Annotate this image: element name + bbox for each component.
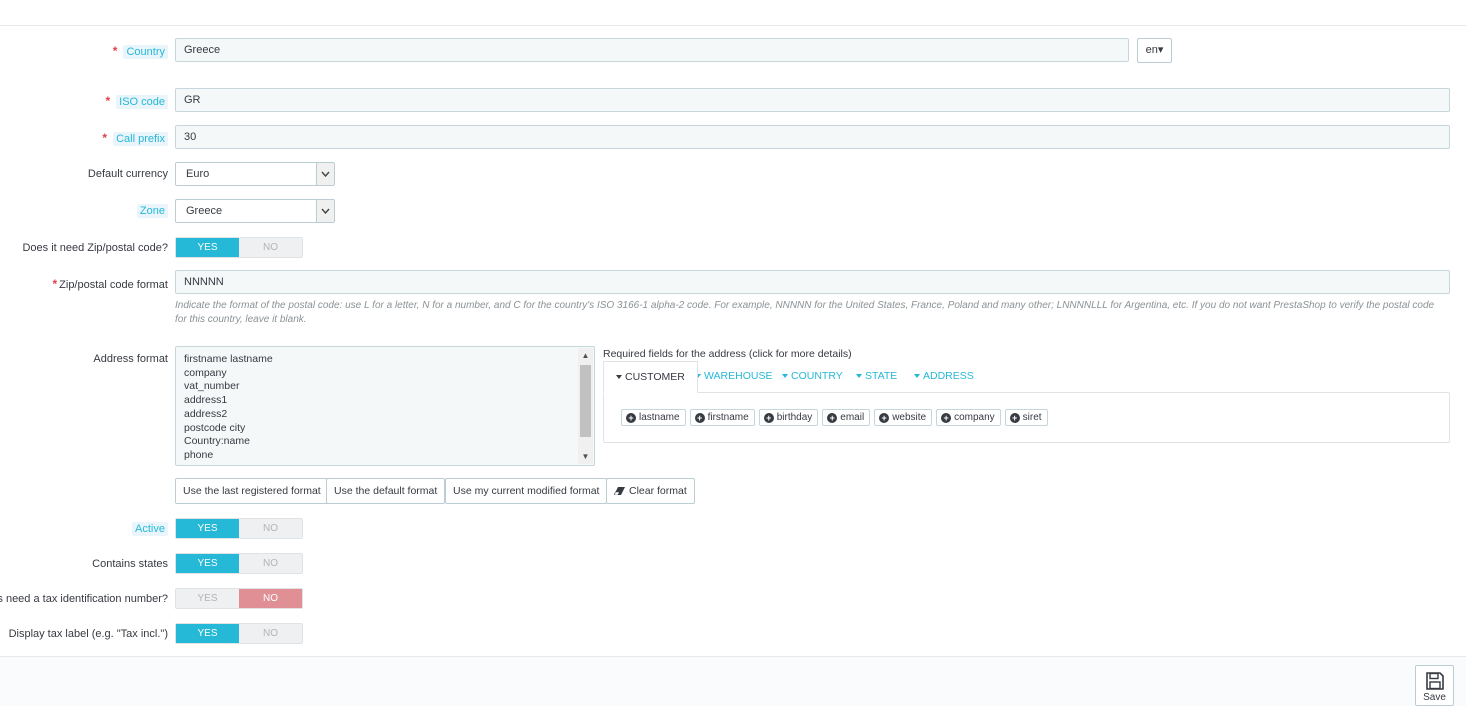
use-last-registered-button[interactable]: Use the last registered format — [175, 478, 329, 504]
textarea-scrollbar[interactable]: ▲ ▼ — [578, 348, 593, 464]
caret-down-icon — [856, 374, 862, 379]
zip-format-help: Indicate the format of the postal code: … — [175, 300, 1435, 325]
need-tax-id-yes[interactable]: YES — [176, 589, 239, 608]
address-line: firstname lastname — [184, 353, 273, 365]
country-label: * Country — [113, 44, 168, 59]
default-currency-select[interactable]: Euro — [175, 162, 335, 186]
display-tax-label-switch[interactable]: YES NO — [175, 623, 303, 644]
use-current-modified-button[interactable]: Use my current modified format — [445, 478, 608, 504]
tab-country[interactable]: COUNTRY — [782, 361, 843, 393]
zip-format-input[interactable]: NNNNN — [175, 270, 1450, 294]
call-prefix-input[interactable]: 30 — [175, 125, 1450, 149]
country-input[interactable]: Greece — [175, 38, 1129, 62]
address-line: address1 — [184, 394, 228, 407]
plus-circle-icon: + — [941, 412, 952, 423]
active-no[interactable]: NO — [239, 519, 302, 538]
iso-code-label: * ISO code — [105, 94, 168, 109]
plus-circle-icon: + — [626, 412, 636, 423]
chevron-down-icon — [316, 200, 334, 222]
zone-select[interactable]: Greece — [175, 199, 335, 223]
address-line: address2 — [184, 407, 228, 420]
address-line: Country:name — [184, 435, 250, 448]
default-currency-label: Default currency — [87, 168, 168, 180]
plus-circle-icon: + — [763, 412, 774, 423]
contains-states-no[interactable]: NO — [239, 554, 302, 573]
plus-circle-icon: + — [879, 412, 890, 423]
field-chip-email[interactable]: + email — [822, 409, 871, 426]
zone-label: Zone — [136, 204, 168, 218]
contains-states-yes[interactable]: YES — [176, 554, 239, 573]
form-footer — [0, 656, 1466, 706]
need-zip-yes[interactable]: YES — [176, 238, 239, 257]
address-format-textarea[interactable]: firstname lastname company vat_number ad… — [175, 346, 595, 466]
clear-format-button[interactable]: Clear format — [606, 478, 695, 504]
tab-warehouse[interactable]: WAREHOUSE — [695, 361, 772, 393]
plus-circle-icon: + — [1009, 412, 1020, 423]
required-fields-tabs: CUSTOMER WAREHOUSE COUNTRY STATE ADDRESS — [603, 361, 1450, 393]
plus-circle-icon: + — [827, 412, 838, 423]
caret-down-icon — [914, 374, 920, 379]
language-code: en — [1145, 44, 1158, 56]
scroll-thumb[interactable] — [580, 365, 591, 437]
display-tax-label-no[interactable]: NO — [239, 624, 302, 643]
need-zip-label: Does it need Zip/postal code? — [22, 242, 168, 254]
field-chip-website[interactable]: + website — [874, 409, 933, 426]
tab-customer[interactable]: CUSTOMER — [603, 361, 698, 393]
display-tax-label-yes[interactable]: YES — [176, 624, 239, 643]
need-tax-id-switch[interactable]: YES NO — [175, 588, 303, 609]
scroll-down-icon[interactable]: ▼ — [578, 449, 593, 464]
tab-state[interactable]: STATE — [856, 361, 897, 393]
eraser-icon — [614, 487, 625, 496]
address-line: company — [184, 366, 227, 379]
need-tax-id-no[interactable]: NO — [239, 589, 302, 608]
save-label: Save — [1423, 692, 1446, 703]
active-switch[interactable]: YES NO — [175, 518, 303, 539]
caret-down-icon — [616, 375, 622, 380]
language-selector[interactable]: en▾ — [1137, 38, 1172, 63]
floppy-disk-icon — [1425, 672, 1444, 690]
caret-down-icon — [782, 374, 788, 379]
need-tax-id-label: s need a tax identification number? — [0, 593, 168, 605]
zip-format-label: * Zip/postal code format — [52, 277, 168, 291]
field-chip-siret[interactable]: + siret — [1004, 409, 1048, 426]
use-default-format-button[interactable]: Use the default format — [326, 478, 446, 504]
need-zip-no[interactable]: NO — [239, 238, 302, 257]
field-chip-birthday[interactable]: + birthday — [758, 409, 819, 426]
address-format-label: Address format — [93, 353, 168, 365]
address-line: vat_number — [184, 380, 240, 393]
zone-value: Greece — [186, 205, 223, 217]
default-currency-value: Euro — [186, 168, 210, 180]
address-line: postcode city — [184, 421, 246, 434]
call-prefix-label: * Call prefix — [102, 131, 168, 146]
active-label: Active — [132, 522, 168, 536]
contains-states-switch[interactable]: YES NO — [175, 553, 303, 574]
display-tax-label-label: Display tax label (e.g. "Tax incl.") — [8, 628, 168, 640]
field-chip-firstname[interactable]: + firstname — [689, 409, 755, 426]
caret-down-icon: ▾ — [1157, 44, 1164, 56]
active-yes[interactable]: YES — [176, 519, 239, 538]
required-fields-title: Required fields for the address (click f… — [603, 348, 852, 360]
tab-address[interactable]: ADDRESS — [914, 361, 974, 393]
top-divider — [0, 0, 1466, 26]
chevron-down-icon — [316, 163, 334, 185]
scroll-up-icon[interactable]: ▲ — [578, 348, 593, 363]
plus-circle-icon: + — [694, 412, 705, 423]
need-zip-switch[interactable]: YES NO — [175, 237, 303, 258]
address-line: phone — [184, 448, 214, 461]
save-button[interactable]: Save — [1415, 665, 1454, 706]
customer-tab-panel: + lastname + firstname + birthday + email + w… — [603, 392, 1450, 443]
field-chip-lastname[interactable]: + lastname — [621, 409, 686, 426]
field-chip-company[interactable]: + company — [936, 409, 1001, 426]
iso-code-input[interactable]: GR — [175, 88, 1450, 112]
contains-states-label: Contains states — [92, 558, 168, 570]
